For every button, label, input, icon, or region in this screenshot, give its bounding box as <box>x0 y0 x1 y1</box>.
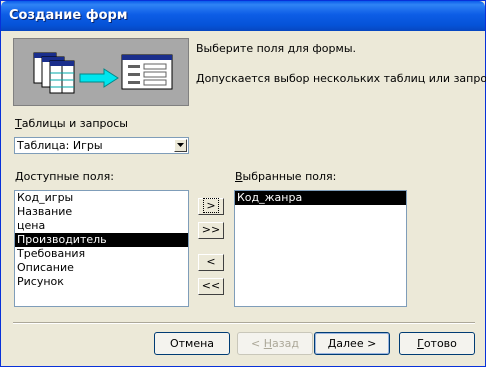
window-title: Создание форм <box>9 8 128 23</box>
finish-button[interactable]: Готово <box>399 332 475 355</box>
add-field-button[interactable]: > <box>198 198 224 215</box>
tables-label: Таблицы и запросы <box>15 117 128 130</box>
list-item[interactable]: Название <box>15 205 188 219</box>
tables-combobox[interactable]: Таблица: Игры <box>14 137 189 154</box>
form-wizard-illustration-icon <box>13 38 189 106</box>
selected-fields-label: Выбранные поля: <box>235 170 336 183</box>
add-all-fields-button[interactable]: >> <box>198 222 224 239</box>
tables-label-rest: аблицы и запросы <box>21 117 128 130</box>
chosen-label-rest: ыбранные поля: <box>242 170 337 183</box>
list-item[interactable]: Требования <box>15 247 188 261</box>
available-label-rest: оступные поля: <box>23 170 114 183</box>
combobox-dropdown-button[interactable] <box>174 139 187 152</box>
chevron-down-icon <box>177 143 184 147</box>
remove-field-button[interactable]: < <box>198 254 224 271</box>
list-item[interactable]: Описание <box>15 261 188 275</box>
tables-combobox-value: Таблица: Игры <box>17 139 103 152</box>
finish-accel: Г <box>417 337 424 350</box>
form-wizard-window: Создание форм Выберите поля для формы. Д… <box>0 0 486 367</box>
info-line-1: Выберите поля для формы. <box>196 42 356 55</box>
list-item[interactable]: Код_жанра <box>235 191 406 205</box>
finish-rest: отово <box>423 337 457 350</box>
remove-all-fields-button[interactable]: << <box>198 278 224 295</box>
remove-all-label: << <box>201 279 221 292</box>
list-item[interactable]: цена <box>15 219 188 233</box>
selected-fields-list[interactable]: Код_жанра <box>234 190 407 307</box>
add-all-label: >> <box>201 223 221 236</box>
next-button[interactable]: Далее > <box>314 332 390 355</box>
available-fields-label: Доступные поля: <box>15 170 114 183</box>
remove-field-label: < <box>206 255 216 268</box>
available-fields-list[interactable]: Код_игры Название цена Производитель Требова… <box>14 190 189 307</box>
chosen-label-accel: В <box>235 170 243 183</box>
list-item[interactable]: Код_игры <box>15 191 188 205</box>
add-field-label: > <box>203 198 219 213</box>
back-prefix: < <box>251 337 264 350</box>
info-line-2: Допускается выбор нескольких таблиц или … <box>196 72 486 85</box>
footer-divider <box>13 322 475 324</box>
available-label-accel: Д <box>15 170 24 183</box>
cancel-button[interactable]: Отмена <box>154 332 230 355</box>
back-accel: Н <box>263 337 273 350</box>
list-item[interactable]: Производитель <box>15 233 188 247</box>
back-button[interactable]: < Назад <box>237 332 313 355</box>
tables-label-accel: Т <box>15 117 22 130</box>
next-rest: алее > <box>336 337 377 350</box>
list-item[interactable]: Рисунок <box>15 275 188 289</box>
title-bar[interactable]: Создание форм <box>1 1 485 31</box>
back-rest: азад <box>272 337 299 350</box>
next-accel: Д <box>327 337 337 350</box>
cancel-label: Отмена <box>169 337 215 350</box>
